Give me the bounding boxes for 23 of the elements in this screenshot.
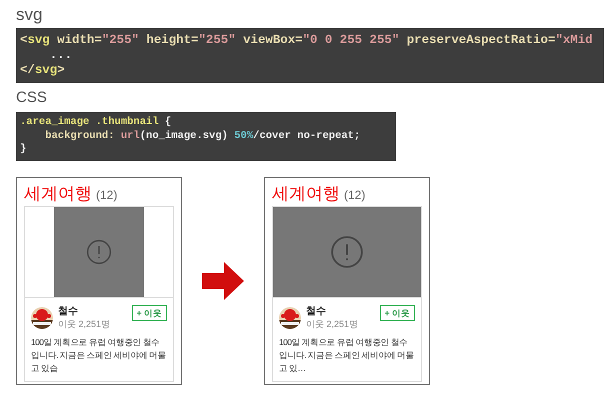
section-heading: CSS xyxy=(16,88,48,108)
follow-button[interactable]: + 이웃 xyxy=(380,304,415,320)
warning-icon xyxy=(330,234,364,268)
card-title: 세계여행 xyxy=(24,182,92,204)
item-count: (12) xyxy=(96,186,118,204)
item-count: (12) xyxy=(344,186,366,204)
author-name: 철수 xyxy=(58,304,79,318)
code-line: background: url(no_image.svg) 50%/cover no-repeat; xyxy=(44,130,362,143)
code-line: .area_image .thumbnail { xyxy=(20,116,172,130)
right-arrow-icon xyxy=(202,262,244,300)
section-heading: svg xyxy=(16,4,44,26)
post-description: 100일 계획으로 유럽 여행중인 철수입니다. 지금은 스페인 세비야에 머물고 있습 xyxy=(31,336,167,374)
follow-button[interactable]: + 이웃 xyxy=(132,304,167,320)
neighbor-count: 이웃 2,251명 xyxy=(306,318,360,330)
code-line: } xyxy=(20,143,28,156)
post-description: 100일 계획으로 유럽 여행중인 철수입니다. 지금은 스페인 세비야에 머물고 있… xyxy=(279,336,415,374)
code-line: </svg> xyxy=(20,63,66,78)
author-name: 철수 xyxy=(306,304,327,318)
code-line: ... xyxy=(48,48,74,63)
code-line: <svg width="255" height="255" viewBox="0 0 255 255" preserveAspectRatio="xMid xyxy=(20,33,594,48)
card-title: 세계여행 xyxy=(272,182,340,204)
warning-icon xyxy=(86,238,112,264)
neighbor-count: 이웃 2,251명 xyxy=(58,318,112,330)
